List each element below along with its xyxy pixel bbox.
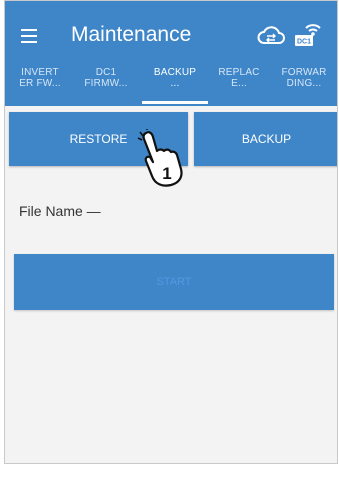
- tab-label: DING...: [286, 78, 322, 89]
- tab-label: FORWAR: [281, 67, 327, 78]
- tab-dc1-firmware[interactable]: DC1 FIRMW...: [73, 67, 139, 89]
- tab-bar: INVERT ER FW... DC1 FIRMW... BACKUP ... …: [5, 67, 337, 105]
- tab-label: E...: [231, 78, 247, 89]
- tab-label: INVERT: [21, 67, 59, 78]
- tab-backup[interactable]: BACKUP ...: [142, 67, 208, 89]
- start-button[interactable]: START: [14, 254, 334, 310]
- hamburger-menu-icon[interactable]: [21, 29, 37, 43]
- tab-label: FIRMW...: [84, 78, 128, 89]
- tab-inverter-fw[interactable]: INVERT ER FW...: [7, 67, 73, 89]
- app-header: Maintenance DC1 INVERT ER FW... DC1 FIRM…: [5, 1, 337, 106]
- app-screen: Maintenance DC1 INVERT ER FW... DC1 FIRM…: [4, 0, 338, 464]
- active-tab-indicator: [142, 101, 208, 104]
- tap-hand-icon: 1: [137, 129, 183, 187]
- file-name-label: File Name —: [19, 203, 101, 219]
- tab-label: BACKUP: [153, 67, 197, 78]
- dc1-wifi-icon[interactable]: DC1: [293, 18, 323, 48]
- tab-label: ...: [170, 78, 180, 89]
- tab-label: DC1: [95, 67, 117, 78]
- callout-number: 1: [162, 164, 171, 183]
- cloud-sync-icon[interactable]: [257, 24, 285, 46]
- tab-forwarding[interactable]: FORWAR DING...: [271, 67, 337, 89]
- backup-button[interactable]: BACKUP: [194, 112, 337, 166]
- dc1-label: DC1: [297, 39, 311, 46]
- tab-label: REPLAC: [218, 67, 260, 78]
- tab-replace[interactable]: REPLAC E...: [206, 67, 272, 89]
- page-title: Maintenance: [71, 23, 192, 46]
- tab-label: ER FW...: [19, 78, 61, 89]
